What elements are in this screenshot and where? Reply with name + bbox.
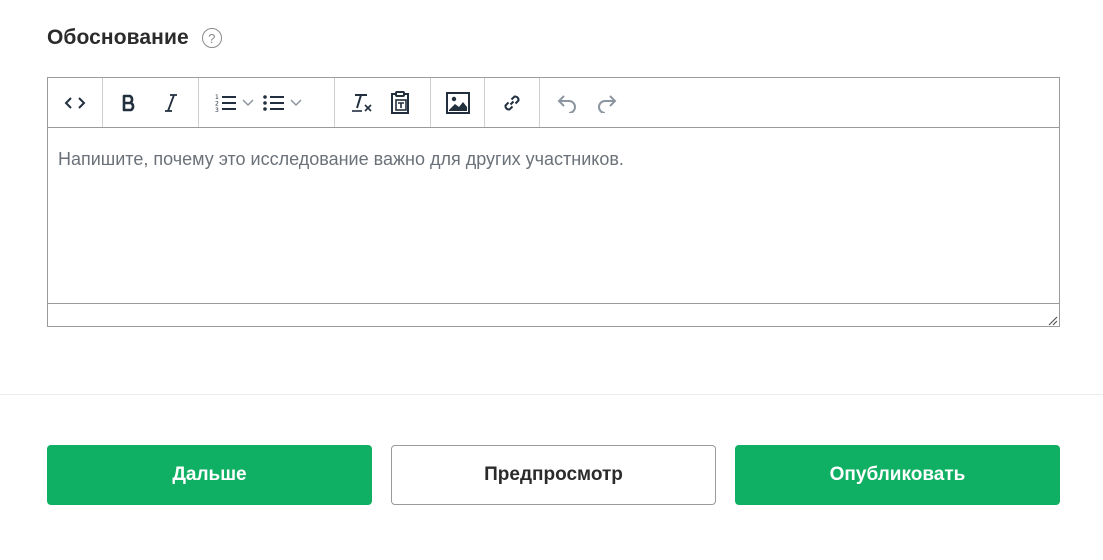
clear-formatting-icon bbox=[351, 93, 373, 113]
toolbar-group-media bbox=[431, 78, 485, 127]
resize-handle-icon[interactable] bbox=[1046, 313, 1058, 326]
image-button[interactable] bbox=[441, 86, 475, 120]
bulleted-list-button[interactable] bbox=[261, 86, 305, 120]
image-icon bbox=[445, 91, 470, 114]
toolbar-group-format bbox=[103, 78, 199, 127]
code-icon bbox=[64, 96, 86, 110]
italic-button[interactable] bbox=[154, 86, 188, 120]
link-icon bbox=[500, 91, 524, 115]
redo-button[interactable] bbox=[590, 86, 624, 120]
rich-text-editor: 1 2 3 Напишите, почему это исследование … bbox=[47, 77, 1060, 327]
redo-icon bbox=[596, 93, 618, 113]
bold-button[interactable] bbox=[112, 86, 146, 120]
clear-formatting-button[interactable] bbox=[345, 86, 379, 120]
bold-icon bbox=[121, 94, 137, 112]
numbered-list-button[interactable]: 1 2 3 bbox=[213, 86, 257, 120]
undo-button[interactable] bbox=[550, 86, 584, 120]
code-button[interactable] bbox=[58, 86, 92, 120]
help-icon[interactable]: ? bbox=[201, 28, 222, 48]
field-header: Обоснование ? bbox=[47, 24, 222, 52]
italic-icon bbox=[164, 93, 178, 113]
editor-toolbar: 1 2 3 bbox=[48, 78, 1059, 128]
editor-statusbar bbox=[48, 303, 1059, 326]
undo-icon bbox=[556, 93, 578, 113]
section-divider bbox=[0, 394, 1103, 395]
toolbar-group-lists: 1 2 3 bbox=[199, 78, 335, 127]
editor-content-area[interactable]: Напишите, почему это исследование важно … bbox=[48, 128, 1059, 303]
numbered-list-icon: 1 2 3 bbox=[213, 86, 239, 120]
link-button[interactable] bbox=[495, 86, 529, 120]
svg-text:3: 3 bbox=[215, 107, 219, 113]
toolbar-group-history bbox=[540, 78, 624, 127]
chevron-down-icon bbox=[239, 98, 257, 107]
editor-placeholder: Напишите, почему это исследование важно … bbox=[58, 149, 624, 169]
publish-button[interactable]: Опубликовать bbox=[735, 445, 1060, 505]
toolbar-group-clipboard bbox=[335, 78, 431, 127]
toolbar-group-code bbox=[48, 78, 103, 127]
toolbar-group-link bbox=[485, 78, 540, 127]
paste-as-text-icon bbox=[389, 90, 411, 115]
preview-button[interactable]: Предпросмотр bbox=[391, 445, 716, 505]
chevron-down-icon bbox=[287, 98, 305, 107]
field-label: Обоснование bbox=[47, 26, 189, 49]
bulleted-list-icon bbox=[261, 86, 287, 120]
paste-as-text-button[interactable] bbox=[383, 86, 417, 120]
next-button[interactable]: Дальше bbox=[47, 445, 372, 505]
